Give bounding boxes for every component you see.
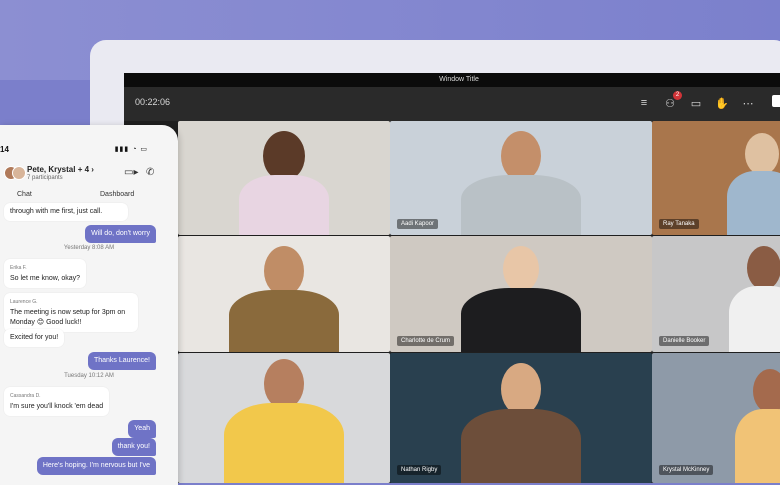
participant-video (729, 246, 780, 352)
signal-icon: ▮▮▮ ◔ ▭ (114, 146, 148, 153)
video-tile-5[interactable]: Charlotte de Crum (390, 236, 652, 352)
video-tile-3[interactable]: Ray Tanaka (652, 121, 780, 235)
video-tile-4[interactable] (178, 236, 390, 352)
video-tile-6[interactable]: Danielle Booker (652, 236, 780, 352)
message-bubble: thank you! (111, 438, 156, 456)
participant-video (461, 246, 581, 352)
chat-header: Pete, Krystal + 4 › 7 participants ▭▸ ✆ (0, 163, 178, 185)
chat-icon[interactable]: ▭ (688, 95, 704, 111)
phone-icon[interactable]: ✆ (146, 167, 154, 178)
list-icon[interactable]: ≡ (636, 95, 652, 111)
status-time: 14 (0, 145, 9, 154)
message-bubble: through with me first, just call. (4, 203, 128, 221)
video-tile-1[interactable] (178, 121, 390, 235)
timestamp: Yesterday 8:08 AM (63, 245, 115, 251)
participant-name: Aadi Kapoor (397, 219, 439, 229)
participant-video (461, 131, 581, 235)
raise-hand-icon[interactable]: ✋ (714, 95, 730, 111)
participant-name: Ray Tanaka (659, 219, 699, 229)
more-icon[interactable]: ⋯ (740, 95, 756, 111)
video-tile-8[interactable]: Nathan Rigby (390, 353, 652, 483)
participant-video (229, 246, 339, 352)
tab-dashboard[interactable]: Dashboard (100, 191, 134, 198)
participants-badge: 2 (673, 91, 682, 100)
video-tile-2[interactable]: Aadi Kapoor (390, 121, 652, 235)
message-bubble: Here's hoping. I'm nervous but I've (36, 457, 156, 475)
message-bubble: Yeah (128, 420, 156, 438)
video-tile-9[interactable]: Krystal McKinney (652, 353, 780, 483)
participant-video (461, 363, 581, 483)
chat-subtitle: 7 participants (27, 175, 63, 181)
chat-title[interactable]: Pete, Krystal + 4 › (27, 165, 94, 174)
participant-name: Charlotte de Crum (397, 336, 455, 346)
status-bar: 14 ▮▮▮ ◔ ▭ (0, 125, 178, 154)
avatar (12, 166, 26, 180)
end-call-button[interactable] (772, 95, 780, 107)
participant-video (224, 359, 344, 483)
meeting-timer: 00:22:06 (135, 97, 171, 107)
participants-icon[interactable]: ⚇ 2 (662, 91, 682, 111)
participant-name: Nathan Rigby (397, 465, 442, 475)
message-bubble: Excited for you! (4, 329, 65, 347)
meeting-window: Window Title 00:22:06 ≡ ⚇ 2 ▭ ✋ ⋯ Aadi Ka… (124, 73, 780, 483)
participant-video (727, 133, 780, 235)
tab-chat[interactable]: Chat (17, 191, 32, 198)
participant-name: Krystal McKinney (659, 465, 714, 475)
avatars (4, 165, 26, 181)
window-titlebar: Window Title (124, 73, 780, 87)
participant-name: Danielle Booker (659, 336, 710, 346)
meeting-toolbar: 00:22:06 ≡ ⚇ 2 ▭ ✋ ⋯ (124, 87, 780, 121)
message-bubble: Erika F. So let me know, okay? (4, 259, 87, 288)
mobile-chat-panel: 14 ▮▮▮ ◔ ▭ Pete, Krystal + 4 › 7 partici… (0, 125, 178, 485)
message-bubble: Cassandra D. I'm sure you'll knock 'em d… (4, 387, 110, 416)
message-bubble: Laurence G. The meeting is now setup for… (4, 293, 138, 332)
video-call-icon[interactable]: ▭▸ (124, 167, 138, 178)
message-list: through with me first, just call. Will d… (0, 203, 178, 485)
message-bubble: Will do, don't worry (85, 225, 156, 243)
participant-video (239, 131, 329, 235)
message-bubble: Thanks Laurence! (87, 352, 156, 370)
video-tile-7[interactable] (178, 353, 390, 483)
participant-video (735, 369, 780, 483)
timestamp: Tuesday 10:12 AM (64, 373, 114, 379)
